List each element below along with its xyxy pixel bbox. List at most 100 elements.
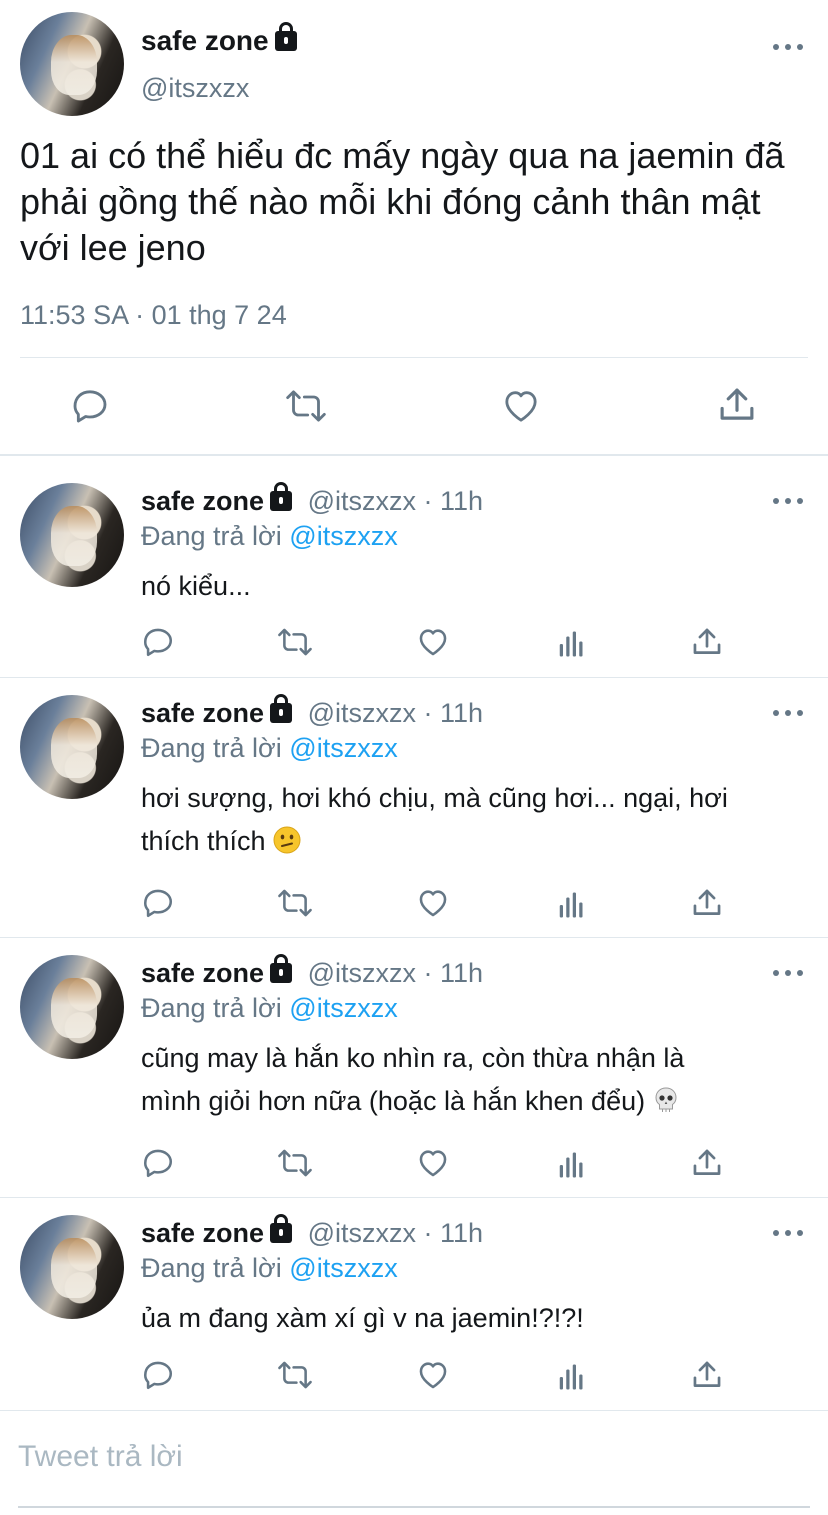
mention-link[interactable]: @itszxzx xyxy=(289,521,397,551)
share-icon xyxy=(720,388,754,420)
avatar[interactable] xyxy=(20,483,124,587)
lock-icon xyxy=(270,1214,293,1243)
tweet-text-line: hơi sượng, hơi khó chịu, mà cũng hơi... … xyxy=(141,783,728,813)
tweet-text: nó kiểu... xyxy=(141,571,251,601)
tweet-header: safe zone @itszxzx · 11h xyxy=(141,1214,483,1249)
reply-input[interactable]: Tweet trả lời xyxy=(18,1440,183,1474)
like-icon xyxy=(419,1362,447,1389)
handle-time[interactable]: @itszxzx · 11h xyxy=(308,958,483,988)
handle-time[interactable]: @itszxzx · 11h xyxy=(308,486,483,516)
display-name[interactable]: safe zone xyxy=(141,698,264,728)
tweet-text-line: mình giỏi hơn nữa (hoặc là hắn khen đểu) xyxy=(141,1080,811,1123)
analytics-button[interactable] xyxy=(556,890,586,920)
avatar[interactable] xyxy=(20,955,124,1059)
share-icon xyxy=(693,1361,721,1387)
like-button[interactable] xyxy=(416,625,450,659)
share-button[interactable] xyxy=(690,1358,724,1392)
tweet-text: ủa m đang xàm xí gì v na jaemin!?!?! xyxy=(141,1303,584,1333)
reply-icon xyxy=(143,1361,173,1390)
more-options-button[interactable] xyxy=(773,968,803,978)
divider xyxy=(18,1506,810,1508)
retweet-button[interactable] xyxy=(276,1358,314,1392)
timestamp[interactable]: 11:53 SA · 01 thg 7 24 xyxy=(20,300,287,331)
like-button[interactable] xyxy=(500,386,542,426)
replying-to: Đang trả lời @itszxzx xyxy=(141,733,398,764)
reply-button[interactable] xyxy=(141,1146,175,1180)
like-icon xyxy=(419,629,447,656)
divider xyxy=(20,357,808,358)
analytics-button[interactable] xyxy=(556,1362,586,1392)
mention-link[interactable]: @itszxzx xyxy=(289,733,397,763)
more-options-button[interactable] xyxy=(773,42,803,52)
share-button[interactable] xyxy=(690,886,724,920)
share-button[interactable] xyxy=(690,625,724,659)
like-icon xyxy=(419,890,447,917)
reply-button[interactable] xyxy=(141,1358,175,1392)
retweet-button[interactable] xyxy=(276,625,314,659)
divider xyxy=(0,937,828,938)
retweet-icon xyxy=(278,1361,312,1389)
lock-icon xyxy=(270,482,293,511)
divider xyxy=(0,454,828,456)
skull-icon xyxy=(655,1087,677,1112)
tweet-text: cũng may là hắn ko nhìn ra, còn thừa nhậ… xyxy=(141,1037,811,1123)
display-name[interactable]: safe zone xyxy=(141,486,264,516)
retweet-button[interactable] xyxy=(276,1146,314,1180)
like-button[interactable] xyxy=(416,1146,450,1180)
share-button[interactable] xyxy=(716,384,758,426)
replying-to: Đang trả lời @itszxzx xyxy=(141,1253,398,1284)
retweet-icon xyxy=(278,628,312,656)
more-options-button[interactable] xyxy=(773,496,803,506)
handle[interactable]: @itszxzx xyxy=(141,73,249,104)
tweet-header: safe zone @itszxzx · 11h xyxy=(141,954,483,989)
handle-time[interactable]: @itszxzx · 11h xyxy=(308,1218,483,1248)
share-icon xyxy=(693,1149,721,1175)
tweet-text: hơi sượng, hơi khó chịu, mà cũng hơi... … xyxy=(141,777,811,863)
analytics-icon xyxy=(559,1364,583,1390)
lock-icon xyxy=(270,954,293,983)
like-icon xyxy=(505,391,537,422)
share-button[interactable] xyxy=(690,1146,724,1180)
like-button[interactable] xyxy=(416,886,450,920)
replying-label: Đang trả lời xyxy=(141,733,282,763)
more-options-button[interactable] xyxy=(773,1228,803,1238)
handle-time[interactable]: @itszxzx · 11h xyxy=(308,698,483,728)
display-name[interactable]: safe zone xyxy=(141,1218,264,1248)
divider xyxy=(0,677,828,678)
display-name[interactable]: safe zone xyxy=(141,22,297,57)
lock-icon xyxy=(270,694,293,723)
like-button[interactable] xyxy=(416,1358,450,1392)
replying-label: Đang trả lời xyxy=(141,1253,282,1283)
more-options-button[interactable] xyxy=(773,708,803,718)
reply-icon xyxy=(143,1149,173,1178)
replying-to: Đang trả lời @itszxzx xyxy=(141,521,398,552)
retweet-button[interactable] xyxy=(276,886,314,920)
lock-icon xyxy=(274,22,297,51)
share-icon xyxy=(693,889,721,915)
divider xyxy=(0,1410,828,1411)
reply-icon xyxy=(143,628,173,657)
reply-button[interactable] xyxy=(141,625,175,659)
avatar[interactable] xyxy=(20,695,124,799)
share-icon xyxy=(693,628,721,654)
tweet-text-part: mình giỏi hơn nữa (hoặc là hắn khen đểu) xyxy=(141,1086,646,1116)
tweet-text: 01 ai có thể hiểu đc mấy ngày qua na jae… xyxy=(20,135,785,268)
display-name[interactable]: safe zone xyxy=(141,958,264,988)
mention-link[interactable]: @itszxzx xyxy=(289,1253,397,1283)
retweet-icon xyxy=(286,390,326,422)
analytics-button[interactable] xyxy=(556,629,586,659)
avatar[interactable] xyxy=(20,1215,124,1319)
replying-label: Đang trả lời xyxy=(141,521,282,551)
tweet-header: safe zone @itszxzx · 11h xyxy=(141,482,483,517)
analytics-button[interactable] xyxy=(556,1150,586,1180)
reply-button[interactable] xyxy=(141,886,175,920)
reply-button[interactable] xyxy=(70,386,110,426)
divider xyxy=(0,1197,828,1198)
analytics-icon xyxy=(559,892,583,918)
tweet-text-part: thích thích xyxy=(141,826,266,856)
avatar[interactable] xyxy=(20,12,124,116)
mention-link[interactable]: @itszxzx xyxy=(289,993,397,1023)
retweet-button[interactable] xyxy=(284,386,328,426)
like-icon xyxy=(419,1150,447,1177)
replying-to: Đang trả lời @itszxzx xyxy=(141,993,398,1024)
